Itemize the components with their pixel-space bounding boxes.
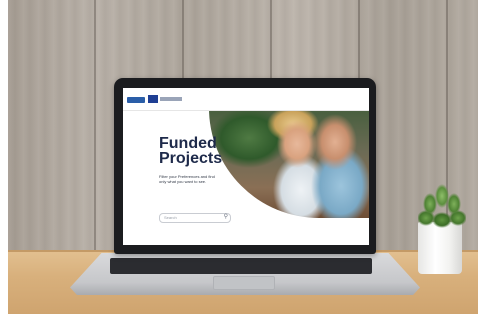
photo: Funded Projects Filter your Preferences … [0, 0, 483, 322]
page-title: Funded Projects [159, 135, 223, 167]
search-icon: ⚲ [223, 214, 228, 220]
nav-item [305, 97, 319, 100]
nav-item [283, 97, 297, 100]
site-nav [283, 97, 363, 100]
nav-item [327, 97, 341, 100]
laptop-screen: Funded Projects Filter your Preferences … [123, 88, 369, 245]
plant-pot [418, 222, 462, 274]
nav-item [349, 97, 363, 100]
partner-logo-text [160, 97, 182, 101]
search-input: Search ⚲ [159, 213, 231, 223]
search-placeholder: Search [164, 215, 177, 220]
laptop-keyboard [110, 258, 372, 274]
page-title-line1: Funded [159, 135, 217, 152]
site-logo [127, 97, 145, 103]
hero-photo [209, 98, 369, 218]
succulent-plant [418, 182, 466, 228]
page-subtitle: Filter your Preferences and find only wh… [159, 174, 215, 184]
laptop-trackpad [213, 276, 275, 290]
page-title-line2: Projects [159, 150, 223, 167]
eu-flag-logo [148, 95, 158, 103]
site-header [123, 88, 369, 111]
